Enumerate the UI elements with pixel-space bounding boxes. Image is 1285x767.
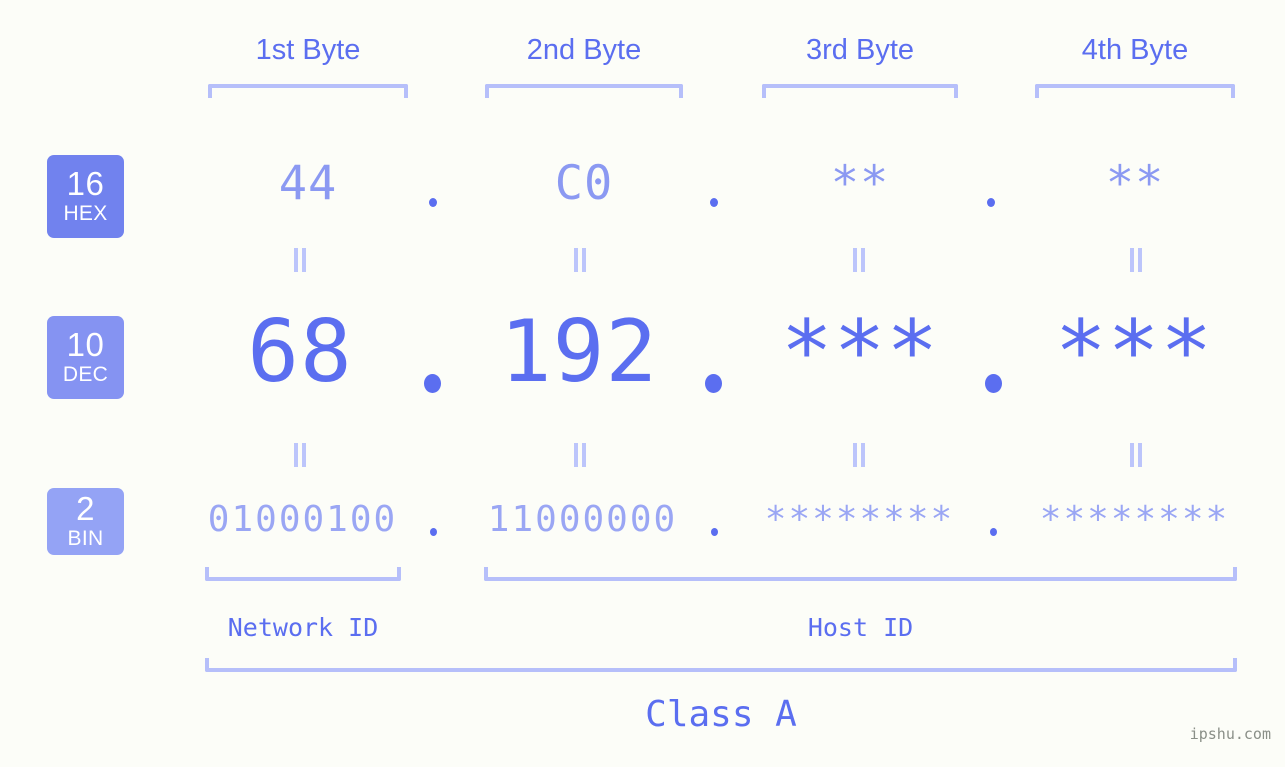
bin-dot-2 [711, 528, 718, 536]
byte-bracket-2 [485, 84, 683, 98]
equals-sign-dec-bin-1 [292, 443, 308, 467]
bin-dot-3 [990, 528, 997, 536]
bin-byte-2: 11000000 [487, 499, 678, 540]
equals-sign-dec-bin-4 [1128, 443, 1144, 467]
equals-sign-hex-dec-1 [292, 248, 308, 272]
equals-sign-dec-bin-2 [572, 443, 588, 467]
byte-header-2: 2nd Byte [526, 34, 642, 66]
equals-sign-hex-dec-2 [572, 248, 588, 272]
bin-dot-1 [430, 528, 437, 536]
hex-byte-3: ** [830, 156, 890, 211]
base-badge-bin-name: BIN [67, 526, 104, 550]
byte-bracket-4 [1035, 84, 1235, 98]
equals-sign-dec-bin-3 [851, 443, 867, 467]
network-id-label: Network ID [227, 613, 379, 642]
bin-byte-3: ******** [764, 499, 955, 540]
dec-byte-4: *** [1054, 302, 1214, 402]
dec-byte-3: *** [780, 302, 940, 402]
equals-sign-hex-dec-4 [1128, 248, 1144, 272]
site-watermark: ipshu.com [1189, 725, 1271, 743]
byte-bracket-1 [208, 84, 408, 98]
base-badge-hex-number: 16 [66, 165, 105, 203]
base-badge-hex-name: HEX [63, 201, 108, 225]
hex-dot-2 [710, 198, 718, 207]
class-label: Class A [645, 694, 797, 735]
bin-byte-1: 01000100 [207, 499, 398, 540]
host-id-label: Host ID [807, 613, 914, 642]
hex-byte-2: C0 [554, 156, 614, 211]
equals-sign-hex-dec-3 [851, 248, 867, 272]
base-badge-bin: 2 BIN [47, 488, 124, 555]
base-badge-hex: 16 HEX [47, 155, 124, 238]
base-badge-bin-number: 2 [76, 490, 95, 528]
bin-byte-4: ******** [1039, 499, 1230, 540]
byte-header-3: 3rd Byte [806, 34, 914, 66]
base-badge-dec-number: 10 [66, 326, 105, 364]
byte-header-1: 1st Byte [255, 34, 361, 66]
base-badge-dec-name: DEC [62, 362, 109, 386]
hex-byte-4: ** [1105, 156, 1165, 211]
byte-bracket-3 [762, 84, 958, 98]
network-id-bracket [205, 567, 401, 581]
dec-dot-3 [985, 374, 1002, 393]
ip-byte-diagram: 1st Byte 2nd Byte 3rd Byte 4th Byte 16 H… [0, 0, 1285, 767]
host-id-bracket [484, 567, 1237, 581]
dec-dot-2 [705, 374, 722, 393]
class-bracket [205, 658, 1237, 672]
base-badge-dec: 10 DEC [47, 316, 124, 399]
hex-dot-3 [987, 198, 995, 207]
dec-byte-1: 68 [247, 302, 353, 402]
hex-dot-1 [429, 198, 437, 207]
dec-dot-1 [424, 374, 441, 393]
hex-byte-1: 44 [278, 156, 338, 211]
byte-header-4: 4th Byte [1081, 34, 1189, 66]
dec-byte-2: 192 [499, 302, 659, 402]
